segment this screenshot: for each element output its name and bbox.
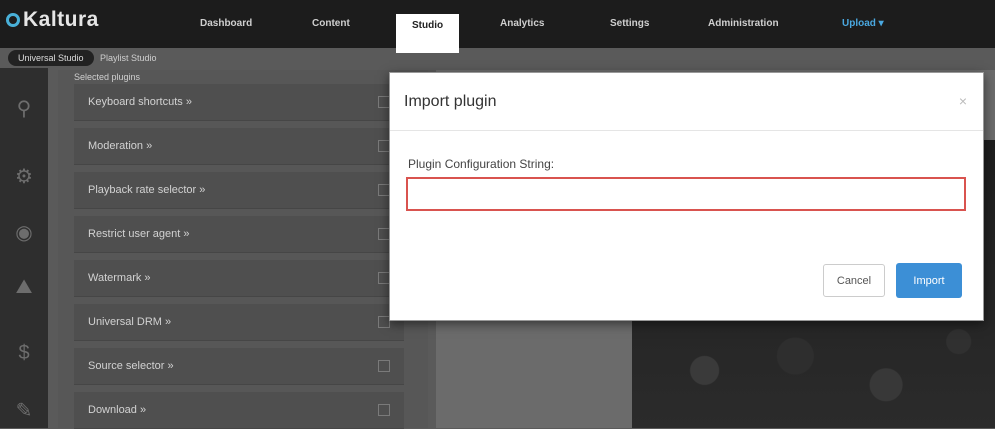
nav-settings[interactable]: Settings: [610, 18, 649, 29]
search-icon[interactable]: ⚲: [0, 96, 48, 121]
plugin-label: Download »: [88, 404, 147, 416]
config-string-input[interactable]: [406, 177, 966, 211]
user-menu[interactable]: Upload ▾: [842, 18, 884, 29]
chevron-down-icon: ▾: [878, 18, 884, 29]
plugin-icon[interactable]: ✎: [0, 398, 48, 423]
plugin-row[interactable]: Download »: [74, 392, 404, 429]
dialog-divider: [390, 130, 983, 131]
dialog-title: Import plugin: [404, 93, 497, 110]
import-plugin-dialog: Import plugin × Plugin Configuration Str…: [389, 72, 984, 321]
plugin-row[interactable]: Source selector »: [74, 348, 404, 385]
top-navigation-bar: Kaltura Dashboard Content Studio Analyti…: [0, 0, 995, 53]
import-button[interactable]: Import: [896, 263, 962, 298]
eye-icon[interactable]: ◉: [0, 220, 48, 245]
settings-icon[interactable]: ⚙: [0, 164, 48, 189]
monetization-icon[interactable]: $: [0, 342, 48, 365]
nav-content[interactable]: Content: [312, 18, 350, 29]
analytics-icon[interactable]: ⛰: [0, 276, 48, 299]
plugins-panel: Selected plugins Keyboard shortcuts » Mo…: [58, 70, 428, 429]
plugin-label: Source selector »: [88, 360, 174, 372]
plugin-label: Restrict user agent »: [88, 228, 190, 240]
plugin-row[interactable]: Watermark »: [74, 260, 404, 297]
plugin-label: Keyboard shortcuts »: [88, 96, 192, 108]
plugin-label: Watermark »: [88, 272, 151, 284]
nav-dashboard[interactable]: Dashboard: [200, 18, 252, 29]
plugin-row[interactable]: Moderation »: [74, 128, 404, 165]
cancel-button[interactable]: Cancel: [823, 264, 885, 297]
plugin-label: Playback rate selector »: [88, 184, 206, 196]
tab-playlist-studio[interactable]: Playlist Studio: [100, 50, 157, 66]
studio-sidebar: ⚲ ⚙ ◉ ⛰ $ ✎: [0, 68, 48, 428]
plugin-row[interactable]: Keyboard shortcuts »: [74, 84, 404, 121]
close-icon[interactable]: ×: [959, 93, 967, 109]
plugin-row[interactable]: Universal DRM »: [74, 304, 404, 341]
brand-name: Kaltura: [23, 8, 99, 31]
plugin-checkbox[interactable]: [378, 360, 390, 372]
plugin-label: Moderation »: [88, 140, 153, 152]
kaltura-logo-icon: [6, 13, 20, 27]
plugin-row[interactable]: Playback rate selector »: [74, 172, 404, 209]
nav-administration[interactable]: Administration: [708, 18, 779, 29]
plugin-row[interactable]: Restrict user agent »: [74, 216, 404, 253]
kaltura-logo[interactable]: Kaltura: [6, 8, 99, 32]
plugin-checkbox[interactable]: [378, 404, 390, 416]
nav-analytics[interactable]: Analytics: [500, 18, 544, 29]
config-string-label: Plugin Configuration String:: [408, 157, 555, 171]
tab-universal-studio[interactable]: Universal Studio: [8, 50, 94, 66]
nav-studio[interactable]: Studio: [396, 14, 460, 53]
user-menu-label: Upload: [842, 18, 876, 29]
panel-heading: Selected plugins: [74, 72, 141, 82]
plugin-label: Universal DRM »: [88, 316, 172, 328]
